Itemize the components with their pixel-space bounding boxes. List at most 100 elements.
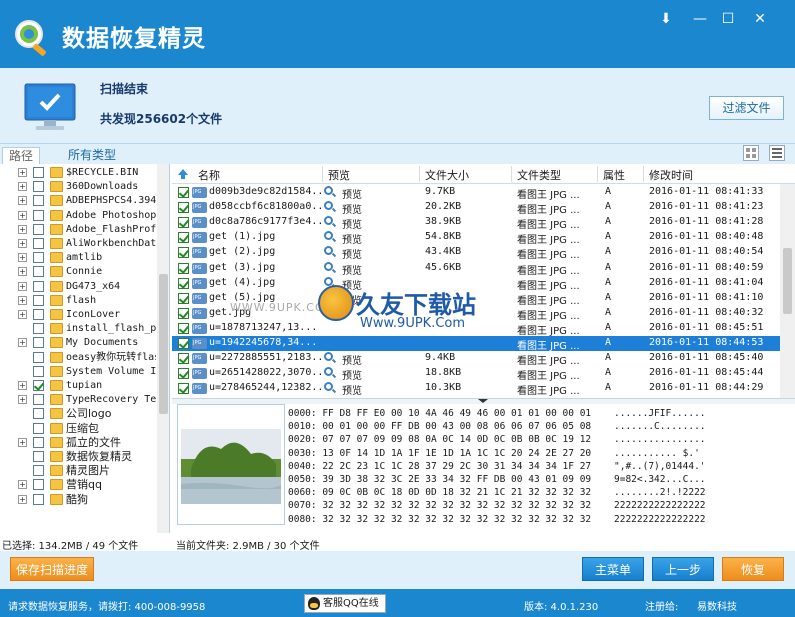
file-checkbox[interactable] (178, 202, 189, 214)
tree-checkbox[interactable] (33, 195, 44, 207)
tree-item[interactable]: 数据恢复精灵 (0, 450, 156, 464)
expand-icon[interactable]: + (18, 395, 27, 405)
tree-checkbox[interactable] (33, 394, 44, 406)
tree-checkbox[interactable] (33, 479, 44, 491)
tree-checkbox[interactable] (33, 465, 44, 477)
tree-item[interactable]: + Connie (0, 265, 156, 279)
tree-item[interactable]: +360Downloads (0, 180, 156, 194)
close-button[interactable]: ✕ (749, 8, 771, 30)
qq-support-button[interactable]: 客服QQ在线 (304, 594, 386, 613)
preview-magnifier-icon[interactable] (324, 382, 333, 392)
preview-magnifier-icon[interactable] (324, 231, 333, 241)
expand-icon[interactable]: + (18, 310, 27, 319)
tree-item[interactable]: + Adobe Photoshop C (0, 209, 156, 223)
file-checkbox[interactable] (178, 232, 189, 244)
column-preview[interactable]: 预览 (328, 167, 350, 183)
preview-magnifier-icon[interactable] (324, 216, 333, 226)
expand-icon[interactable]: + (18, 267, 27, 277)
expand-icon[interactable]: + (18, 168, 27, 177)
preview-link[interactable]: 预览 (342, 382, 362, 397)
collapse-arrow-icon[interactable] (478, 399, 488, 403)
tree-item[interactable]: System Volume Inf (0, 365, 156, 379)
tree-checkbox[interactable] (33, 323, 44, 335)
tree-item[interactable]: + tupian (0, 379, 156, 393)
tree-item[interactable]: + $RECYCLE.BIN (0, 166, 156, 180)
tree-item[interactable]: + DG473_x64 (0, 280, 156, 294)
tree-checkbox[interactable] (33, 223, 44, 235)
expand-icon[interactable]: + (18, 494, 27, 504)
tree-checkbox[interactable] (33, 493, 44, 505)
column-type[interactable]: 文件类型 (517, 167, 561, 183)
file-checkbox[interactable] (178, 338, 189, 349)
file-row[interactable]: get (2).jpg 预览 43.4KB 看图王 JPG ... A 2016-01-1… (172, 245, 780, 261)
preview-link[interactable]: 预览 (342, 216, 362, 231)
preview-link[interactable]: 预览 (342, 367, 362, 382)
tree-checkbox[interactable] (33, 238, 44, 249)
preview-link[interactable]: 预览 (342, 246, 362, 261)
tree-item[interactable]: + flash (0, 294, 156, 308)
file-checkbox[interactable] (178, 353, 189, 365)
tab-all-types[interactable]: 所有类型 (62, 147, 122, 164)
tree-checkbox[interactable] (33, 280, 44, 292)
filter-files-button[interactable]: 过滤文件 (709, 96, 784, 120)
tree-checkbox[interactable] (33, 422, 44, 434)
expand-icon[interactable]: + (18, 381, 27, 390)
tree-item[interactable]: 精灵图片 (0, 464, 156, 478)
tree-checkbox[interactable] (33, 436, 44, 448)
tree-item[interactable]: 压缩包 (0, 422, 156, 436)
preview-magnifier-icon[interactable] (324, 186, 333, 195)
file-checkbox[interactable] (178, 307, 189, 319)
tree-item[interactable]: + amtlib (0, 251, 156, 265)
preview-magnifier-icon[interactable] (324, 352, 333, 362)
tree-item[interactable]: + My Documents (0, 336, 156, 350)
preview-link[interactable]: 预览 (342, 262, 362, 277)
expand-icon[interactable]: + (18, 253, 27, 263)
file-checkbox[interactable] (178, 277, 189, 289)
main-menu-button[interactable]: 主菜单 (582, 557, 644, 581)
tree-item[interactable]: oeasy教你玩转flas (0, 351, 156, 365)
file-list-scrollbar-thumb[interactable] (783, 248, 792, 314)
file-checkbox[interactable] (178, 187, 189, 198)
file-checkbox[interactable] (178, 292, 189, 304)
expand-icon[interactable]: + (18, 281, 27, 291)
file-checkbox[interactable] (178, 262, 189, 274)
tree-item[interactable]: 公司logo (0, 407, 156, 421)
column-attributes[interactable]: 属性 (603, 167, 625, 183)
tree-checkbox[interactable] (33, 451, 44, 462)
column-modified[interactable]: 修改时间 (649, 167, 693, 183)
tree-checkbox[interactable] (33, 351, 44, 363)
tree-item[interactable]: + Adobe_FlashProfes (0, 223, 156, 237)
tab-path[interactable]: 路径 (2, 147, 41, 164)
file-row[interactable]: d009b3de9c82d1584... 预览 9.7KB 看图王 JPG ... A 2… (172, 185, 780, 201)
expand-icon[interactable]: + (18, 239, 27, 248)
tree-item[interactable]: + IconLover (0, 308, 156, 322)
file-row[interactable]: get (3).jpg 预览 45.6KB 看图王 JPG ... A 2016-01-1… (172, 261, 780, 277)
expand-icon[interactable]: + (18, 224, 27, 234)
tree-item[interactable]: + 孤立的文件 (0, 436, 156, 450)
file-row[interactable]: u=278465244,12382... 预览 10.3KB 看图王 JPG ... A… (172, 381, 780, 397)
file-row[interactable]: u=2651428022,3070... 预览 18.8KB 看图王 JPG ... A… (172, 366, 780, 382)
preview-magnifier-icon[interactable] (324, 201, 333, 211)
tree-checkbox[interactable] (33, 252, 44, 264)
list-view-icon[interactable] (769, 145, 785, 161)
file-checkbox[interactable] (178, 368, 189, 380)
file-checkbox[interactable] (178, 322, 189, 334)
tree-item[interactable]: install_flash_pla (0, 322, 156, 336)
tree-checkbox[interactable] (33, 209, 44, 221)
expand-icon[interactable]: + (18, 182, 27, 192)
tree-checkbox[interactable] (33, 408, 44, 420)
recover-button[interactable]: 恢复 (722, 557, 784, 581)
preview-link[interactable]: 预览 (342, 201, 362, 216)
file-row[interactable]: get (1).jpg 预览 54.8KB 看图王 JPG ... A 2016-01-1… (172, 230, 780, 246)
preview-link[interactable]: 预览 (342, 186, 362, 201)
file-row[interactable]: d058ccbf6c81800a0... 预览 20.2KB 看图王 JPG ... A… (172, 200, 780, 216)
tree-scrollbar[interactable] (157, 164, 169, 533)
expand-icon[interactable]: + (18, 437, 27, 447)
minimize-button[interactable]: — (689, 8, 711, 30)
maximize-button[interactable]: ☐ (717, 8, 739, 30)
tree-item[interactable]: + 营销qq (0, 478, 156, 492)
preview-link[interactable]: 预览 (342, 352, 362, 367)
tree-checkbox[interactable] (33, 266, 44, 278)
tree-scrollbar-thumb[interactable] (159, 274, 168, 414)
file-checkbox[interactable] (178, 383, 189, 395)
